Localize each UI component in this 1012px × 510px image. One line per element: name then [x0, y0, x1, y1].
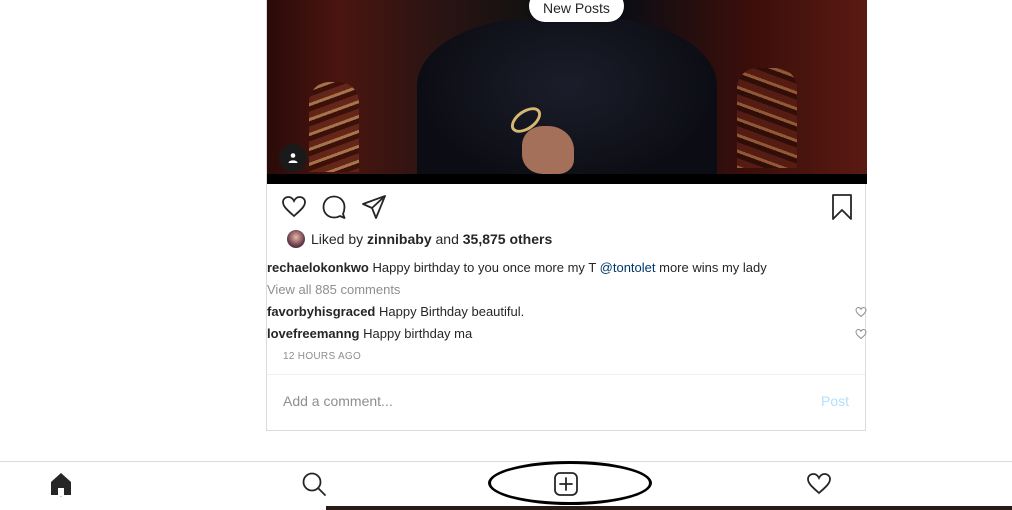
comment-username[interactable]: lovefreemanng: [267, 326, 359, 341]
hand: [522, 126, 574, 174]
home-icon[interactable]: [48, 471, 74, 497]
add-comment-bar: Add a comment... Post: [267, 374, 865, 431]
comment-input[interactable]: Add a comment...: [283, 393, 393, 409]
comment-username[interactable]: favorbyhisgraced: [267, 304, 375, 319]
likes-row: Liked by zinnibaby and 35,875 others: [287, 229, 552, 249]
post-timestamp: 12 HOURS AGO: [283, 351, 362, 362]
heart-icon[interactable]: [855, 328, 867, 340]
comment-icon[interactable]: [321, 194, 347, 220]
likes-count[interactable]: 35,875 others: [463, 231, 553, 247]
image-bottom-bar: [267, 174, 867, 184]
caption-text: Happy birthday to you once more my T: [372, 260, 597, 275]
comment: favorbyhisgraced Happy Birthday beautifu…: [267, 304, 524, 319]
liked-by-user[interactable]: zinnibaby: [367, 231, 432, 247]
user-tag-icon[interactable]: [279, 144, 307, 172]
post-image[interactable]: New Posts: [267, 0, 867, 184]
likes-conjunction: and: [435, 231, 459, 247]
comment-text: Happy birthday ma: [363, 326, 473, 341]
paper-plane-icon[interactable]: [361, 194, 387, 220]
caption-username[interactable]: rechaelokonkwo: [267, 260, 369, 275]
heart-icon[interactable]: [281, 194, 307, 220]
comment: lovefreemanng Happy birthday ma: [267, 326, 472, 341]
post-actions: [281, 194, 857, 220]
post-comment-button[interactable]: Post: [821, 393, 849, 409]
bottom-strip: [326, 506, 1012, 510]
view-all-comments-link[interactable]: View all 885 comments: [267, 282, 400, 297]
comment-text: Happy Birthday beautiful.: [379, 304, 525, 319]
bookmark-icon[interactable]: [829, 194, 855, 220]
likes-prefix: Liked by: [311, 231, 364, 247]
new-posts-button[interactable]: New Posts: [529, 0, 624, 22]
post-caption: rechaelokonkwo Happy birthday to you onc…: [267, 260, 767, 275]
heart-icon[interactable]: [855, 306, 867, 318]
chair-left: [309, 82, 359, 172]
caption-mention[interactable]: @tontolet: [600, 260, 656, 275]
heart-icon[interactable]: [806, 471, 832, 497]
caption-text-after: more wins my lady: [659, 260, 767, 275]
search-icon[interactable]: [301, 471, 327, 497]
chair-right: [737, 68, 797, 168]
annotation-ellipse: [488, 461, 652, 505]
post-card: New Posts Liked by zinnibaby and 35,875 …: [266, 0, 867, 431]
avatar[interactable]: [287, 230, 305, 248]
